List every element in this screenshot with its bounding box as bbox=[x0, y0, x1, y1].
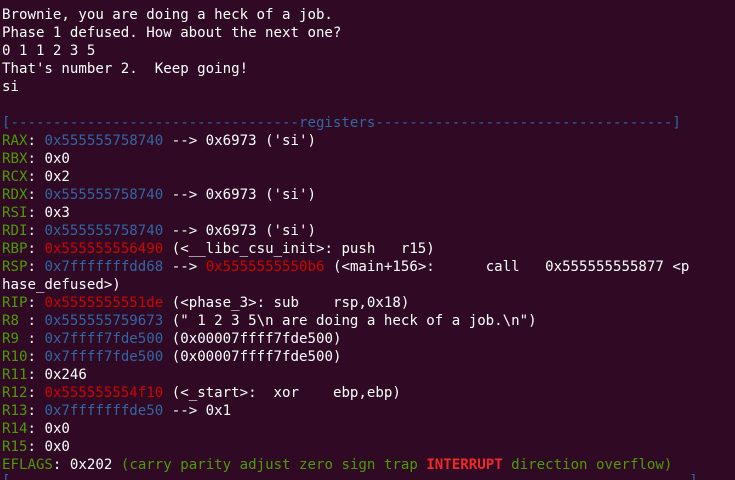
register-r11: R11: 0x246 bbox=[2, 367, 87, 383]
register-value: 0x7fffffffdd68 bbox=[44, 259, 164, 275]
register-name: RIP bbox=[2, 295, 28, 311]
register-name: RSI bbox=[2, 205, 28, 221]
register-deref: (" 1 2 3 5\n are doing a heck of a job.\… bbox=[163, 313, 537, 329]
register-value: 0x202 bbox=[69, 457, 113, 473]
register-rsp-wrap: hase_defused>) bbox=[2, 276, 121, 294]
register-value: 0x0 bbox=[44, 439, 70, 455]
register-value: 0x555555758740 bbox=[44, 187, 164, 203]
register-target: 0x5555555550b6 bbox=[205, 259, 325, 275]
output-line: Phase 1 defused. How about the next one? bbox=[2, 25, 342, 41]
register-deref: (0x00007ffff7fde500) bbox=[163, 349, 342, 365]
register-rsp: RSP: 0x7fffffffdd68 --> 0x5555555550b6 (… bbox=[2, 259, 690, 275]
register-deref: (<phase_3>: sub rsp,0x18) bbox=[163, 295, 410, 311]
register-value: 0x7ffff7fde500 bbox=[44, 349, 164, 365]
output-line: 0 1 1 2 3 5 bbox=[2, 43, 96, 59]
register-rsi: RSI: 0x3 bbox=[2, 205, 70, 221]
register-deref: (<_start>: xor ebp,ebp) bbox=[163, 385, 401, 401]
register-name: R9 bbox=[2, 331, 28, 347]
register-name: RSP bbox=[2, 259, 28, 275]
register-name: R13 bbox=[2, 403, 28, 419]
register-deref: (<__libc_csu_init>: push r15) bbox=[163, 241, 435, 257]
terminal-window: Brownie, you are doing a heck of a job. … bbox=[0, 0, 735, 480]
register-name: R15 bbox=[2, 439, 28, 455]
register-name: RDI bbox=[2, 223, 28, 239]
register-deref: --> 0x6973 ('si') bbox=[163, 133, 316, 149]
register-deref: (0x00007ffff7fde500) bbox=[163, 331, 342, 347]
register-r10: R10: 0x7ffff7fde500 (0x00007ffff7fde500) bbox=[2, 349, 342, 365]
register-deref: (<main+156>: call 0x555555555877 <p bbox=[324, 259, 690, 275]
section-divider: [---------------------------------------… bbox=[2, 472, 698, 480]
register-value: 0x5555555551de bbox=[44, 295, 164, 311]
register-value: 0x7fffffffde50 bbox=[44, 403, 164, 419]
register-rcx: RCX: 0x2 bbox=[2, 169, 70, 185]
register-arrow: --> bbox=[163, 259, 206, 275]
register-value: 0x555555556490 bbox=[44, 241, 164, 257]
flag-set: INTERRUPT bbox=[426, 457, 503, 473]
registers-header: [----------------------------------regis… bbox=[2, 115, 681, 131]
register-value: 0x555555554f10 bbox=[44, 385, 164, 401]
register-rdx: RDX: 0x555555758740 --> 0x6973 ('si') bbox=[2, 187, 316, 203]
flags-list-rest: direction overflow) bbox=[502, 457, 673, 473]
register-deref: --> 0x6973 ('si') bbox=[163, 223, 316, 239]
register-deref-wrap: hase_defused>) bbox=[2, 277, 121, 293]
register-rdi: RDI: 0x555555758740 --> 0x6973 ('si') bbox=[2, 223, 316, 239]
register-name: R8 bbox=[2, 313, 28, 329]
register-deref: --> 0x1 bbox=[163, 403, 232, 419]
output-line: That's number 2. Keep going! bbox=[2, 61, 249, 77]
register-value: 0x2 bbox=[44, 169, 70, 185]
register-name: R12 bbox=[2, 385, 28, 401]
register-name: R11 bbox=[2, 367, 28, 383]
register-name: RAX bbox=[2, 133, 28, 149]
register-r8: R8 : 0x555555759673 (" 1 2 3 5\n are doi… bbox=[2, 313, 537, 329]
register-name: EFLAGS bbox=[2, 457, 53, 473]
register-name: RCX bbox=[2, 169, 28, 185]
register-rbx: RBX: 0x0 bbox=[2, 151, 70, 167]
register-r15: R15: 0x0 bbox=[2, 439, 70, 455]
register-value: 0x555555758740 bbox=[44, 133, 164, 149]
register-rip: RIP: 0x5555555551de (<phase_3>: sub rsp,… bbox=[2, 295, 410, 311]
register-name: RBP bbox=[2, 241, 28, 257]
register-value: 0x7ffff7fde500 bbox=[44, 331, 164, 347]
register-rax: RAX: 0x555555758740 --> 0x6973 ('si') bbox=[2, 133, 316, 149]
register-value: 0x555555759673 bbox=[44, 313, 164, 329]
register-value: 0x246 bbox=[44, 367, 87, 383]
register-rbp: RBP: 0x555555556490 (<__libc_csu_init>: … bbox=[2, 241, 435, 257]
output-line: Brownie, you are doing a heck of a job. bbox=[2, 7, 333, 23]
register-name: RBX bbox=[2, 151, 28, 167]
register-name: R10 bbox=[2, 349, 28, 365]
register-value: 0x0 bbox=[44, 151, 70, 167]
register-value: 0x555555758740 bbox=[44, 223, 164, 239]
register-name: R14 bbox=[2, 421, 28, 437]
register-name: RDX bbox=[2, 187, 28, 203]
register-r12: R12: 0x555555554f10 (<_start>: xor ebp,e… bbox=[2, 385, 401, 401]
register-deref: --> 0x6973 ('si') bbox=[163, 187, 316, 203]
register-r13: R13: 0x7fffffffde50 --> 0x1 bbox=[2, 403, 232, 419]
register-r9: R9 : 0x7ffff7fde500 (0x00007ffff7fde500) bbox=[2, 331, 342, 347]
command-input-line[interactable]: si bbox=[2, 78, 19, 96]
flags-list: (carry parity adjust zero sign trap bbox=[120, 457, 427, 473]
register-r14: R14: 0x0 bbox=[2, 421, 70, 437]
register-value: 0x0 bbox=[44, 421, 70, 437]
register-value: 0x3 bbox=[44, 205, 70, 221]
